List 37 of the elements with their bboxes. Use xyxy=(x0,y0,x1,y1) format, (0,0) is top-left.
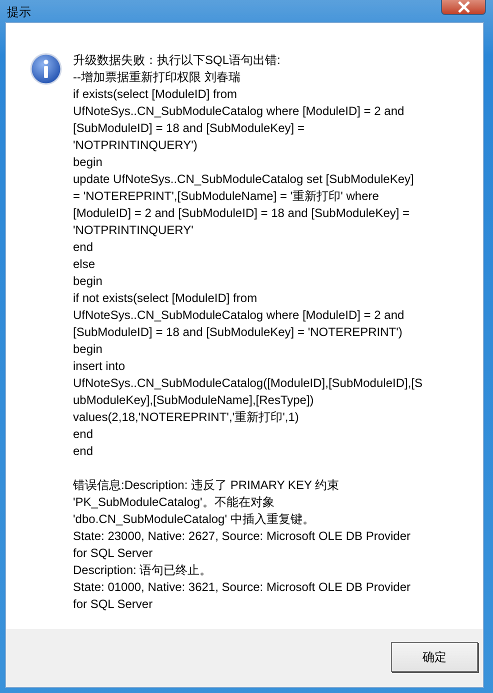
message-line: State: 23000, Native: 2627, Source: Microsoft OLE DB Provider xyxy=(73,528,412,545)
message-line: begin xyxy=(73,154,104,171)
message-line: 错误信息:Description: 违反了 PRIMARY KEY 约束 xyxy=(73,477,340,494)
message-line: 'PK_SubModuleCatalog'。不能在对象 xyxy=(73,494,276,511)
message-line: UfNoteSys..CN_SubModuleCatalog([ModuleID],[SubModuleID],[S xyxy=(73,375,422,392)
message-line: Description: 语句已终止。 xyxy=(73,562,213,579)
message-line: 'NOTPRINTINQUERY' xyxy=(73,222,194,239)
info-icon xyxy=(30,53,62,85)
message-line: if exists(select [ModuleID] from xyxy=(73,86,238,103)
message-line: else xyxy=(73,256,96,273)
message-line: begin xyxy=(73,341,104,358)
message-line: [SubModuleID] = 18 and [SubModuleKey] = xyxy=(73,120,306,137)
window-title: 提示 xyxy=(6,4,31,21)
message-line: end xyxy=(73,239,94,256)
message-line: insert into xyxy=(73,358,126,375)
message-line: for SQL Server xyxy=(73,545,154,562)
message-line: --增加票据重新打印权限 刘春瑞 xyxy=(73,69,242,86)
message-line: end xyxy=(73,443,94,460)
message-line: update UfNoteSys..CN_SubModuleCatalog set [SubModuleKey] xyxy=(73,171,415,188)
close-icon xyxy=(456,1,470,13)
message-line: [SubModuleID] = 18 and [SubModuleKey] = 'NOTEREPRINT') xyxy=(73,324,404,341)
message-line: if not exists(select [ModuleID] from xyxy=(73,290,258,307)
message-line: 'dbo.CN_SubModuleCatalog' 中插入重复键。 xyxy=(73,511,316,528)
message-line: values(2,18,'NOTEREPRINT','重新打印',1) xyxy=(73,409,300,426)
message-line: = 'NOTEREPRINT',[SubModuleName] = '重新打印' where xyxy=(73,188,380,205)
message-line: UfNoteSys..CN_SubModuleCatalog where [ModuleID] = 2 and xyxy=(73,307,406,324)
message-line: 升级数据失败：执行以下SQL语句出错: xyxy=(73,52,282,69)
message-line: for SQL Server xyxy=(73,596,154,613)
message-line: 'NOTPRINTINQUERY') xyxy=(73,137,198,154)
message-line: UfNoteSys..CN_SubModuleCatalog where [ModuleID] = 2 and xyxy=(73,103,406,120)
message-line: State: 01000, Native: 3621, Source: Microsoft OLE DB Provider xyxy=(73,579,412,596)
message-line: ubModuleKey],[SubModuleName],[ResType]) xyxy=(73,392,315,409)
message-line: end xyxy=(73,426,94,443)
message-line: begin xyxy=(73,273,104,290)
ok-button[interactable]: 确定 xyxy=(391,642,478,672)
close-button[interactable] xyxy=(441,0,486,15)
message-line: [ModuleID] = 2 and [SubModuleID] = 18 and [SubModuleKey] = xyxy=(73,205,411,222)
